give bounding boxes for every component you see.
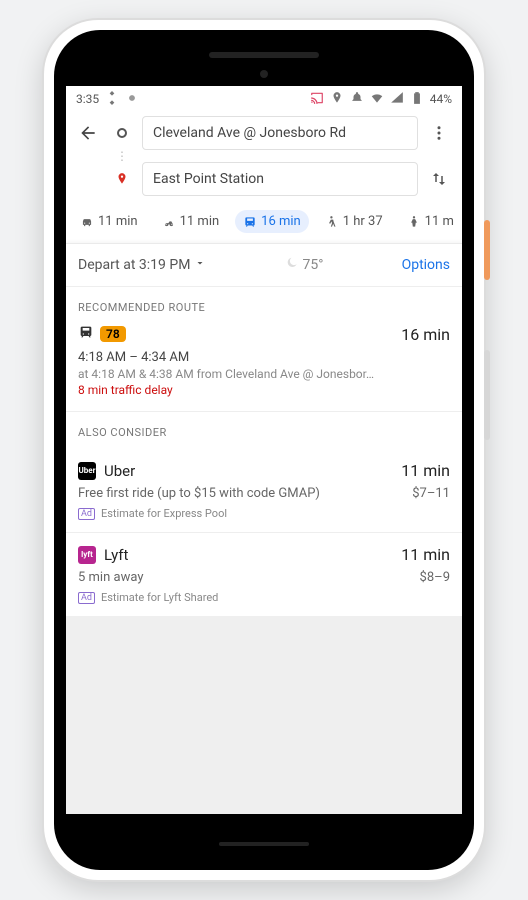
ad-text: Estimate for Lyft Shared	[101, 591, 218, 604]
also-consider-label: ALSO CONSIDER	[66, 412, 462, 449]
depart-text: Depart at 3:19 PM	[78, 257, 190, 273]
weather: 75°	[285, 256, 324, 274]
provider-name: Lyft	[104, 546, 128, 564]
pin-icon	[330, 91, 344, 108]
bus-route-badge: 78	[100, 326, 126, 342]
battery-text: 44%	[430, 92, 452, 106]
mode-transit-time: 16 min	[261, 214, 301, 229]
power-button	[484, 220, 490, 280]
temperature: 75°	[303, 257, 324, 273]
recommended-label: RECOMMENDED ROUTE	[66, 287, 462, 324]
status-bar: 3:35	[66, 86, 462, 112]
moon-icon	[285, 256, 299, 274]
screen: 3:35	[66, 86, 462, 814]
ride-eta: 11 min	[401, 545, 450, 564]
ride-price: $7–11	[412, 486, 450, 501]
mute-icon	[350, 91, 364, 108]
bus-icon	[78, 324, 94, 344]
ride-option-lyft[interactable]: lyft Lyft 11 min 5 min away $8–9 Ad Esti…	[66, 533, 462, 616]
debug-icon	[105, 91, 119, 108]
earpiece	[209, 52, 319, 58]
ride-sub: Free first ride (up to $15 with code GMA…	[78, 486, 320, 501]
cast-icon	[310, 91, 324, 108]
signal-icon	[390, 91, 404, 108]
wifi-icon	[370, 91, 384, 108]
ride-option-uber[interactable]: Uber Uber 11 min Free first ride (up to …	[66, 449, 462, 533]
origin-marker	[108, 128, 136, 138]
battery-icon	[410, 91, 424, 108]
back-button[interactable]	[74, 119, 102, 147]
overflow-menu[interactable]	[424, 118, 454, 148]
location-status-icon	[125, 91, 139, 108]
ad-badge: Ad	[78, 592, 95, 604]
destination-marker	[108, 172, 136, 186]
lyft-logo-icon: lyft	[78, 546, 96, 564]
ride-sub: 5 min away	[78, 570, 143, 585]
route-time-range: 4:18 AM – 4:34 AM	[78, 350, 450, 365]
ride-price: $8–9	[420, 570, 450, 585]
travel-modes: 11 min 11 min 16 min 1 hr 37 11 m	[66, 204, 462, 243]
empty-area	[66, 616, 462, 814]
directions-header: Cleveland Ave @ Jonesboro Rd ⋮	[66, 112, 462, 204]
mode-rideshare-time: 11 m	[425, 214, 454, 229]
mode-walk[interactable]: 1 hr 37	[317, 210, 391, 233]
mode-car-time: 11 min	[98, 214, 138, 229]
recommended-route[interactable]: 78 16 min 4:18 AM – 4:34 AM at 4:18 AM &…	[66, 324, 462, 412]
ad-text: Estimate for Express Pool	[101, 507, 227, 520]
mode-moto[interactable]: 11 min	[154, 210, 228, 233]
swap-button[interactable]	[424, 164, 454, 194]
volume-button	[484, 350, 490, 440]
to-text: East Point Station	[153, 171, 264, 187]
uber-logo-icon: Uber	[78, 462, 96, 480]
ad-badge: Ad	[78, 508, 95, 520]
mode-car[interactable]: 11 min	[72, 210, 146, 233]
route-connector-icon: ⋮	[108, 150, 136, 162]
phone-frame: 3:35	[44, 20, 484, 880]
front-camera	[260, 70, 268, 78]
status-time: 3:35	[76, 92, 99, 106]
ride-eta: 11 min	[401, 461, 450, 480]
provider-name: Uber	[104, 462, 135, 480]
chevron-down-icon	[194, 257, 206, 273]
mode-transit[interactable]: 16 min	[235, 210, 309, 233]
from-text: Cleveland Ave @ Jonesboro Rd	[153, 125, 346, 141]
mode-rideshare[interactable]: 11 m	[399, 210, 462, 233]
nav-handle	[219, 842, 309, 846]
from-input[interactable]: Cleveland Ave @ Jonesboro Rd	[142, 116, 418, 150]
mode-walk-time: 1 hr 37	[343, 214, 383, 229]
options-text: Options	[402, 257, 450, 273]
traffic-warning: 8 min traffic delay	[78, 383, 450, 397]
mode-moto-time: 11 min	[180, 214, 220, 229]
route-eta: 16 min	[401, 325, 450, 344]
to-input[interactable]: East Point Station	[142, 162, 418, 196]
route-detail: at 4:18 AM & 4:38 AM from Cleveland Ave …	[78, 367, 450, 381]
phone-body: 3:35	[54, 30, 474, 870]
depart-selector[interactable]: Depart at 3:19 PM	[78, 257, 206, 273]
results-sheet: Depart at 3:19 PM 75° Options	[66, 243, 462, 814]
options-button[interactable]: Options	[402, 257, 450, 273]
